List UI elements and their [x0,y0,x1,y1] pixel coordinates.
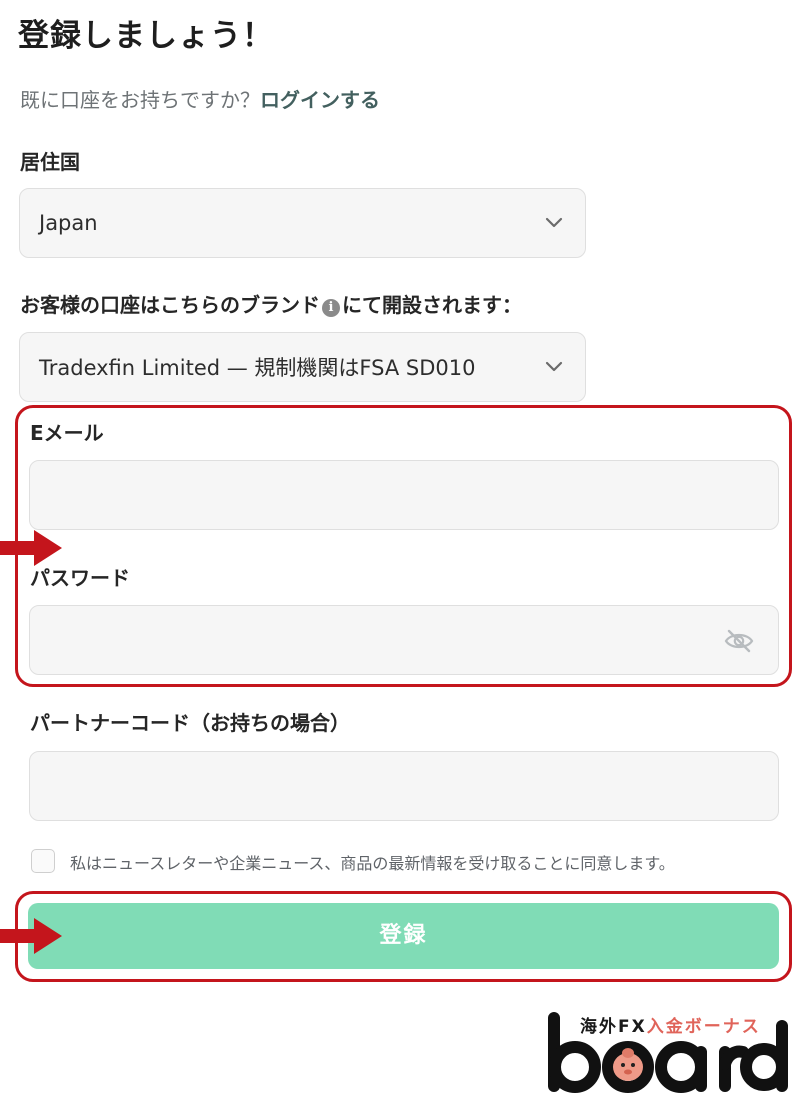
chevron-down-icon [545,217,563,228]
page-title: 登録しましょう！ [18,18,274,54]
register-button[interactable]: 登録 [28,903,779,969]
brand-select[interactable]: Tradexfin Limited — 規制機関はFSA SD010 [19,332,586,402]
brand-select-value: Tradexfin Limited — 規制機関はFSA SD010 [39,356,476,380]
eye-off-icon[interactable] [724,628,754,654]
consent-checkbox[interactable] [31,849,55,873]
country-select[interactable]: Japan [19,188,586,258]
info-icon[interactable]: i [322,299,340,317]
partner-code-field[interactable] [29,751,779,821]
partner-code-label: パートナーコード（お持ちの場合） [30,711,350,735]
login-link[interactable]: ログインする [260,88,380,112]
watermark-logo [548,1012,788,1093]
login-prompt-text: 既に口座をお持ちですか？ [20,88,260,112]
consent-text: 私はニュースレターや企業ニュース、商品の最新情報を受け取ることに同意します。 [70,854,675,873]
login-prompt: 既に口座をお持ちですか？ログインする [20,84,380,113]
country-label: 居住国 [20,150,80,174]
right-arrow-icon [0,530,62,566]
email-label: Eメール [30,421,104,445]
brand-label-text-post: にて開設されます： [342,293,522,317]
right-arrow-icon [0,918,62,954]
chevron-down-icon [545,361,563,372]
brand-label: お客様の口座はこちらのブランド i にて開設されます： [20,289,522,318]
email-field[interactable] [29,460,779,530]
password-field[interactable] [29,605,779,675]
brand-label-text-pre: お客様の口座はこちらのブランド [20,293,320,317]
country-select-value: Japan [39,211,98,235]
